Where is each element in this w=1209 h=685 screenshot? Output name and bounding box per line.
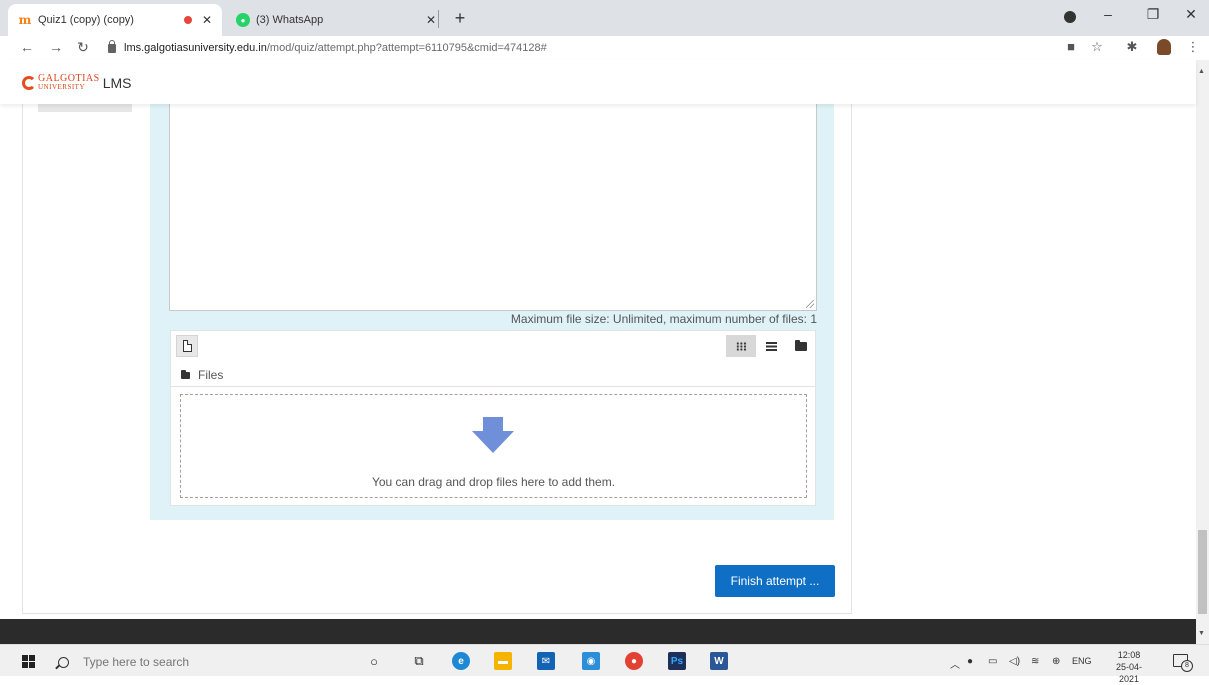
input-method-icon[interactable]: ⊕ <box>1052 656 1060 667</box>
download-arrow-icon <box>472 417 514 453</box>
files-label: Files <box>198 368 224 382</box>
grid-icon <box>735 341 747 351</box>
menu-kebab-icon[interactable]: ⋮ <box>1184 39 1202 55</box>
search-input[interactable] <box>83 655 323 669</box>
file-manager: Files You can drag and drop files here t… <box>170 330 816 506</box>
scrollbar-thumb[interactable] <box>1198 530 1207 614</box>
view-icons-button[interactable] <box>726 335 756 357</box>
new-tab-button[interactable]: + <box>450 8 470 29</box>
view-switcher <box>726 335 816 357</box>
task-view-icon[interactable]: ⧉ <box>410 652 428 670</box>
url-path: /mod/quiz/attempt.php?attempt=6110795&cm… <box>266 42 547 54</box>
search-icon <box>58 656 69 668</box>
url-host: lms.galgotiasuniversity.edu.in <box>124 42 267 54</box>
minimize-icon[interactable]: – <box>1098 6 1118 22</box>
cortana-icon[interactable]: ○ <box>365 652 383 670</box>
bookmark-star-icon[interactable]: ☆ <box>1088 39 1106 55</box>
forward-icon[interactable]: → <box>47 39 65 55</box>
wifi-icon[interactable]: ≋ <box>1031 656 1039 667</box>
dell-icon[interactable]: ◉ <box>582 652 600 670</box>
scroll-up-icon[interactable]: ▲ <box>1198 68 1205 75</box>
resize-handle-icon[interactable] <box>806 300 814 308</box>
photoshop-icon[interactable]: Ps <box>668 652 686 670</box>
word-icon[interactable]: W <box>710 652 728 670</box>
max-file-size-text: Maximum file size: Unlimited, maximum nu… <box>510 312 817 326</box>
clock-date: 25-04-2021 <box>1115 662 1142 684</box>
windows-start-icon[interactable] <box>22 655 35 668</box>
file-icon <box>182 339 192 352</box>
site-header: GALGOTIAS UNIVERSITY LMS <box>0 60 1196 104</box>
answer-textarea[interactable] <box>169 104 817 311</box>
view-list-button[interactable] <box>756 335 786 357</box>
address-bar[interactable]: lms.galgotiasuniversity.edu.in /mod/quiz… <box>108 38 1038 58</box>
logo-line2: UNIVERSITY <box>38 83 85 91</box>
file-path-breadcrumb[interactable]: Files <box>181 368 223 382</box>
tab-separator <box>438 10 439 28</box>
notification-count: 8 <box>1181 660 1193 672</box>
windows-taskbar: ○ ⧉ e ▬ ✉ ◉ ● Ps W ︿ ● ▭ ◁) ≋ ⊕ ENG 12:0… <box>0 644 1209 684</box>
taskbar-search[interactable] <box>58 651 348 673</box>
recording-icon <box>184 16 192 24</box>
divider <box>171 386 815 387</box>
tab-quiz[interactable]: m Quiz1 (copy) (copy) ✕ <box>8 4 222 36</box>
taskbar-clock[interactable]: 12:08 25-04-2021 <box>1106 649 1152 685</box>
profile-indicator-icon[interactable] <box>1064 11 1076 23</box>
logo-lms: LMS <box>102 75 132 91</box>
page-footer-bar <box>0 619 1196 644</box>
extensions-icon[interactable]: ✱ <box>1123 39 1141 55</box>
clock-time: 12:08 <box>1117 650 1141 660</box>
close-icon[interactable]: ✕ <box>200 13 214 27</box>
tab-quiz-title: Quiz1 (copy) (copy) <box>38 14 134 26</box>
restore-icon[interactable]: ❐ <box>1143 6 1163 23</box>
scroll-down-icon[interactable]: ▼ <box>1198 630 1205 637</box>
camera-icon[interactable]: ■ <box>1062 39 1080 54</box>
view-tree-button[interactable] <box>786 335 816 357</box>
add-file-button[interactable] <box>176 335 198 357</box>
folder-icon <box>181 369 190 379</box>
chrome-icon[interactable]: ● <box>625 652 643 670</box>
lock-icon <box>108 39 116 53</box>
tab-whatsapp-title: (3) WhatsApp <box>256 14 324 26</box>
galgotias-logo-icon <box>22 76 36 90</box>
logo-line1: GALGOTIAS <box>38 73 100 84</box>
finish-attempt-button[interactable]: Finish attempt ... <box>715 565 835 597</box>
tab-whatsapp[interactable]: ● (3) WhatsApp ✕ <box>226 4 438 36</box>
folder-icon <box>795 339 807 351</box>
site-logo[interactable]: GALGOTIAS UNIVERSITY LMS <box>22 74 132 92</box>
browser-tabstrip: m Quiz1 (copy) (copy) ✕ ● (3) WhatsApp ✕… <box>0 0 1209 36</box>
reload-icon[interactable]: ↻ <box>74 39 92 56</box>
list-icon <box>765 341 777 351</box>
language-indicator[interactable]: ENG <box>1072 656 1092 666</box>
mail-icon[interactable]: ✉ <box>537 652 555 670</box>
back-icon[interactable]: ← <box>18 39 36 55</box>
microphone-icon[interactable]: ● <box>967 656 973 667</box>
close-icon[interactable]: ✕ <box>424 13 438 27</box>
tray-chevron-icon[interactable]: ︿ <box>950 656 960 671</box>
edge-icon[interactable]: e <box>452 652 470 670</box>
page-scrollbar[interactable]: ▲ ▼ <box>1196 60 1209 644</box>
avatar[interactable] <box>1157 39 1171 55</box>
file-explorer-icon[interactable]: ▬ <box>494 652 512 670</box>
whatsapp-icon: ● <box>236 13 250 27</box>
drop-instructions: You can drag and drop files here to add … <box>371 475 616 489</box>
battery-icon[interactable]: ▭ <box>988 656 997 667</box>
browser-toolbar: ← → ↻ lms.galgotiasuniversity.edu.in /mo… <box>0 36 1209 60</box>
volume-icon[interactable]: ◁) <box>1009 656 1020 667</box>
window-close-icon[interactable]: ✕ <box>1181 6 1201 23</box>
moodle-icon: m <box>18 13 32 27</box>
quiz-nav-block <box>38 104 132 112</box>
page-content: Maximum file size: Unlimited, maximum nu… <box>0 104 1196 619</box>
file-dropzone[interactable]: You can drag and drop files here to add … <box>180 394 807 498</box>
